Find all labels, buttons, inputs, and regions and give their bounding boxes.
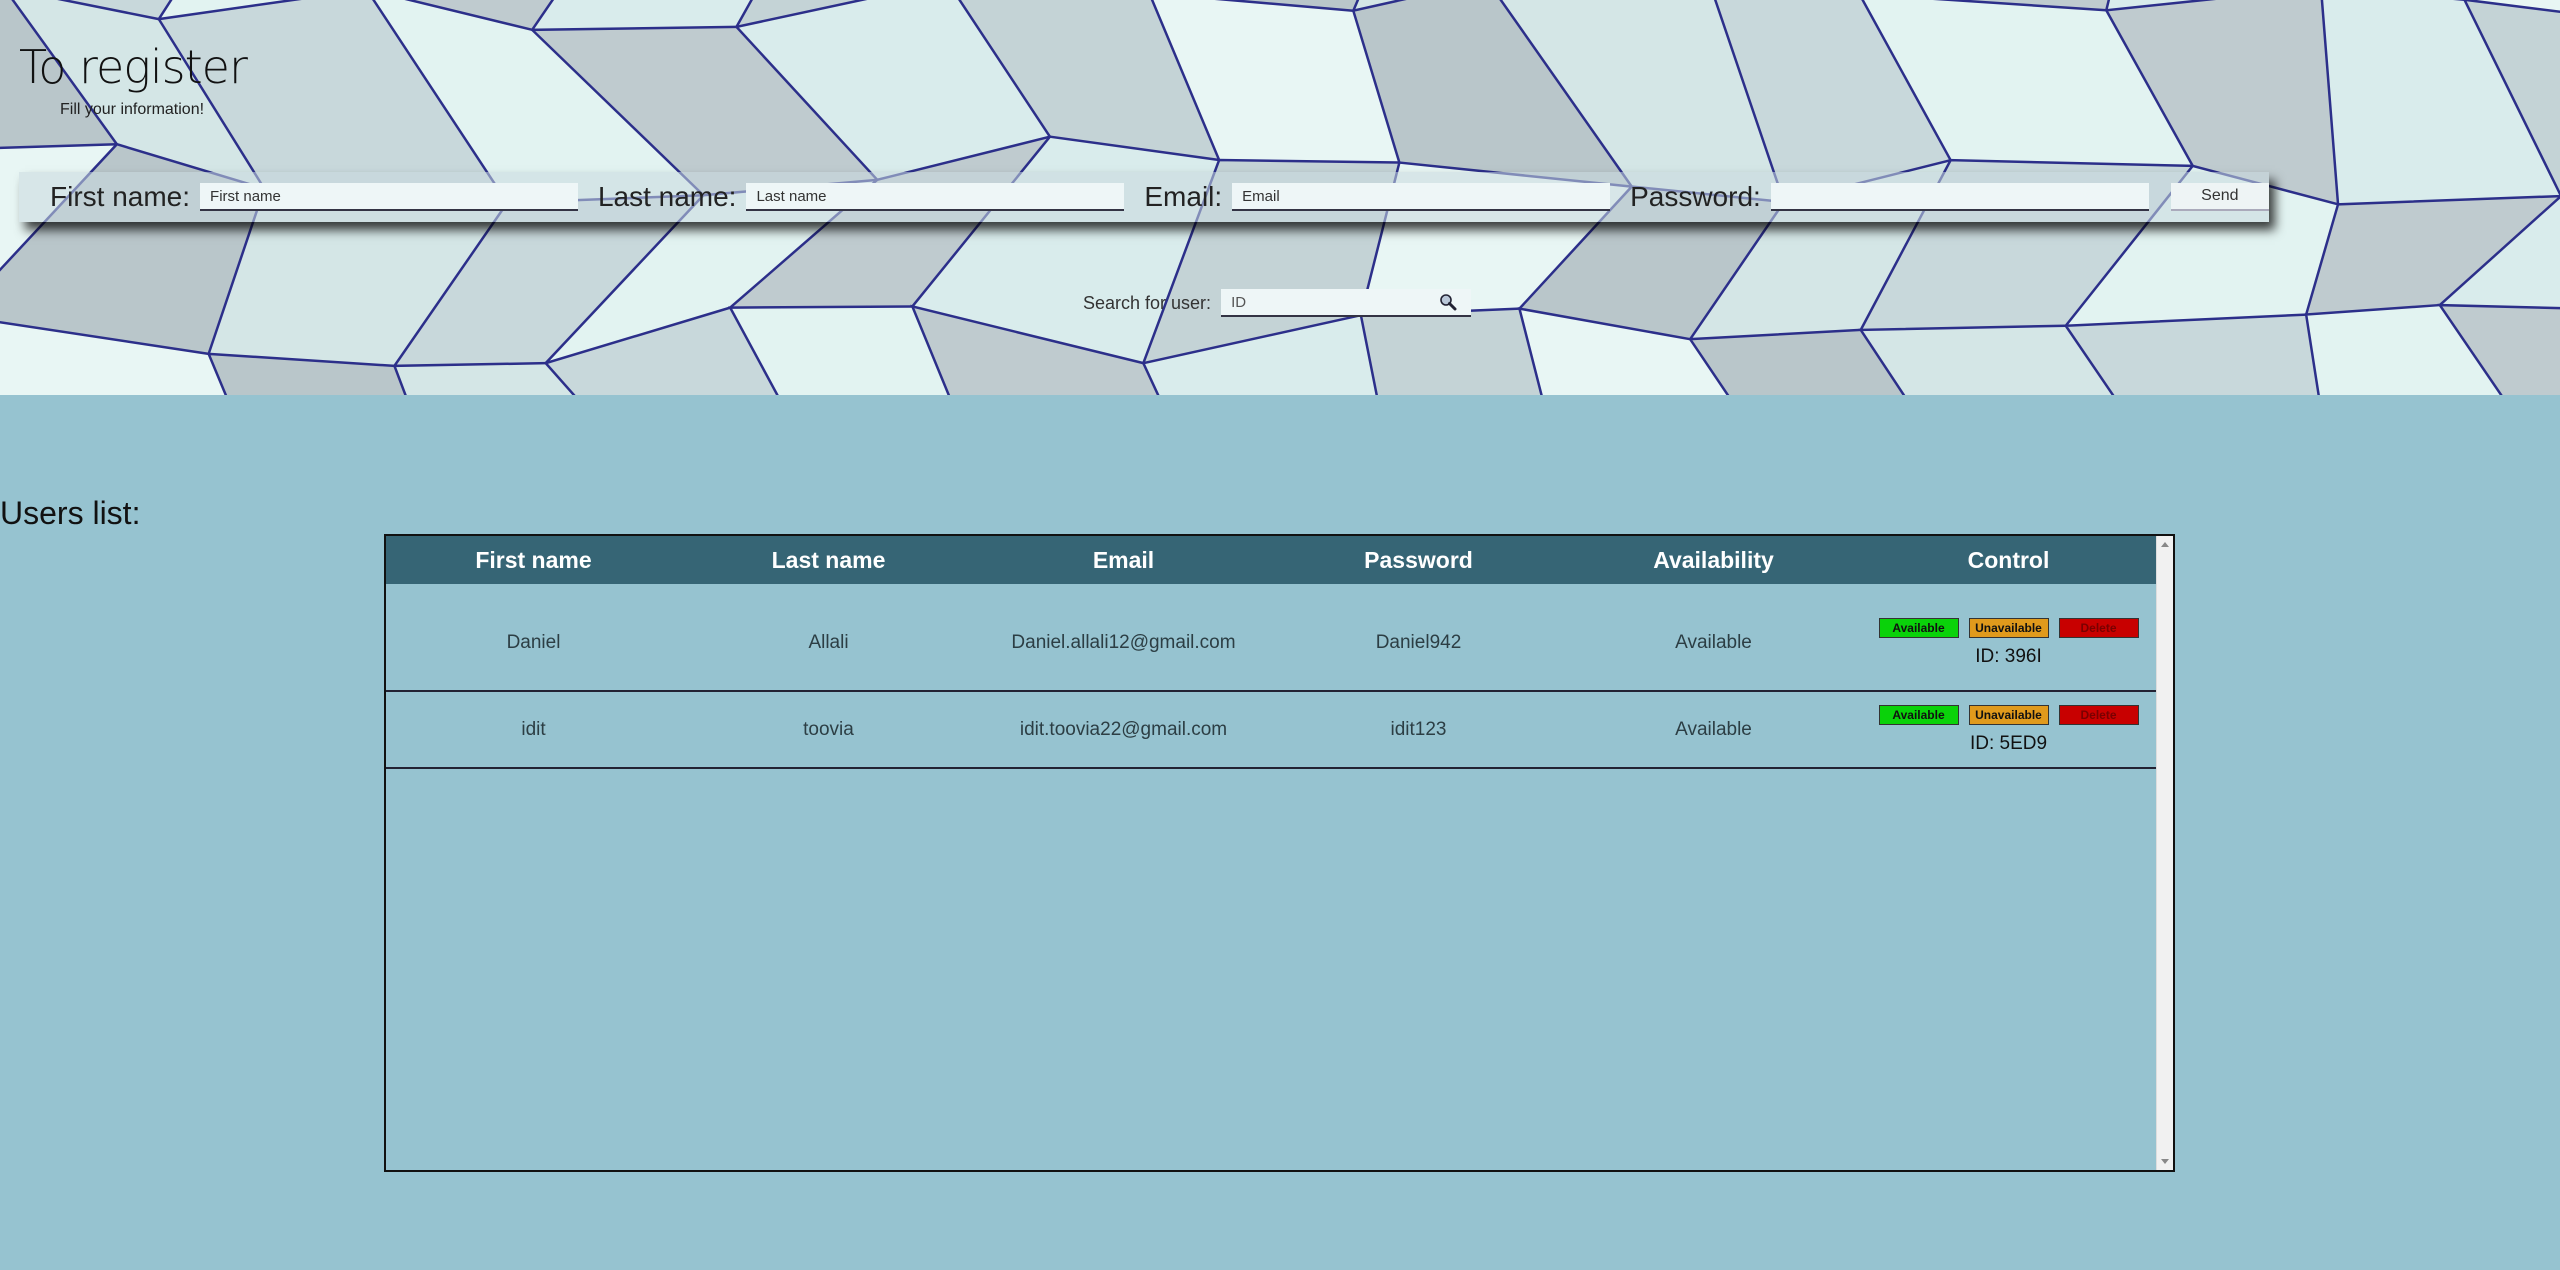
table-scrollbar[interactable] xyxy=(2156,536,2173,1170)
search-label: Search for user: xyxy=(1083,292,1212,313)
search-icon[interactable] xyxy=(1439,293,1457,311)
table-header-row: First name Last name Email Password Avai… xyxy=(386,536,2156,584)
cell-control: Available Unavailable Delete ID: 5ED9 xyxy=(1861,691,2156,769)
search-box xyxy=(1221,289,1472,317)
column-header-last-name: Last name xyxy=(681,536,976,584)
first-name-input[interactable] xyxy=(200,183,578,211)
user-id: ID: 5ED9 xyxy=(1969,732,2048,754)
column-header-password: Password xyxy=(1271,536,1566,584)
users-list-title: Users list: xyxy=(0,495,141,531)
register-form: First name: Last name: Email: Password: … xyxy=(19,172,2269,222)
delete-user-button[interactable]: Delete xyxy=(2058,704,2139,725)
column-header-availability: Availability xyxy=(1566,536,1861,584)
email-input[interactable] xyxy=(1232,183,1611,211)
page-subtitle: Fill your information! xyxy=(60,101,205,118)
cell-first-name: idit xyxy=(386,691,681,769)
table-row: Daniel Allali Daniel.allali12@gmail.com … xyxy=(386,584,2156,692)
last-name-label: Last name: xyxy=(597,181,737,212)
send-button[interactable]: Send xyxy=(2170,183,2269,211)
cell-first-name: Daniel xyxy=(386,584,681,692)
email-label: Email: xyxy=(1144,181,1223,212)
column-header-first-name: First name xyxy=(386,536,681,584)
search-input[interactable] xyxy=(1221,289,1442,315)
cell-availability: Available xyxy=(1566,584,1861,692)
password-input[interactable] xyxy=(1770,183,2149,211)
table-row: idit toovia idit.toovia22@gmail.com idit… xyxy=(386,691,2156,769)
scroll-down-arrow-icon[interactable] xyxy=(2161,1159,2169,1164)
set-unavailable-button[interactable]: Unavailable xyxy=(1968,704,2049,725)
scroll-up-arrow-icon[interactable] xyxy=(2161,542,2169,547)
password-label: Password: xyxy=(1630,181,1761,212)
users-table: First name Last name Email Password Avai… xyxy=(386,536,2156,769)
cell-last-name: toovia xyxy=(681,691,976,769)
set-available-button[interactable]: Available xyxy=(1878,618,1959,638)
cell-control: Available Unavailable Delete ID: 396I xyxy=(1861,584,2156,692)
cell-password: Daniel942 xyxy=(1271,584,1566,692)
column-header-control: Control xyxy=(1861,536,2156,584)
user-search: Search for user: xyxy=(1083,289,1472,317)
users-table-container: First name Last name Email Password Avai… xyxy=(384,534,2175,1172)
header-banner: To register Fill your information! First… xyxy=(0,0,2560,395)
last-name-input[interactable] xyxy=(746,183,1125,211)
cell-email: Daniel.allali12@gmail.com xyxy=(976,584,1271,692)
set-available-button[interactable]: Available xyxy=(1878,704,1959,725)
cell-email: idit.toovia22@gmail.com xyxy=(976,691,1271,769)
first-name-label: First name: xyxy=(50,181,191,212)
hexagon-tile xyxy=(2065,314,2319,395)
cell-availability: Available xyxy=(1566,691,1861,769)
page-title: To register xyxy=(19,40,248,94)
delete-user-button[interactable]: Delete xyxy=(2058,618,2139,638)
cell-password: idit123 xyxy=(1271,691,1566,769)
user-id: ID: 396I xyxy=(1975,646,2042,667)
column-header-email: Email xyxy=(976,536,1271,584)
set-unavailable-button[interactable]: Unavailable xyxy=(1968,618,2049,638)
cell-last-name: Allali xyxy=(681,584,976,692)
